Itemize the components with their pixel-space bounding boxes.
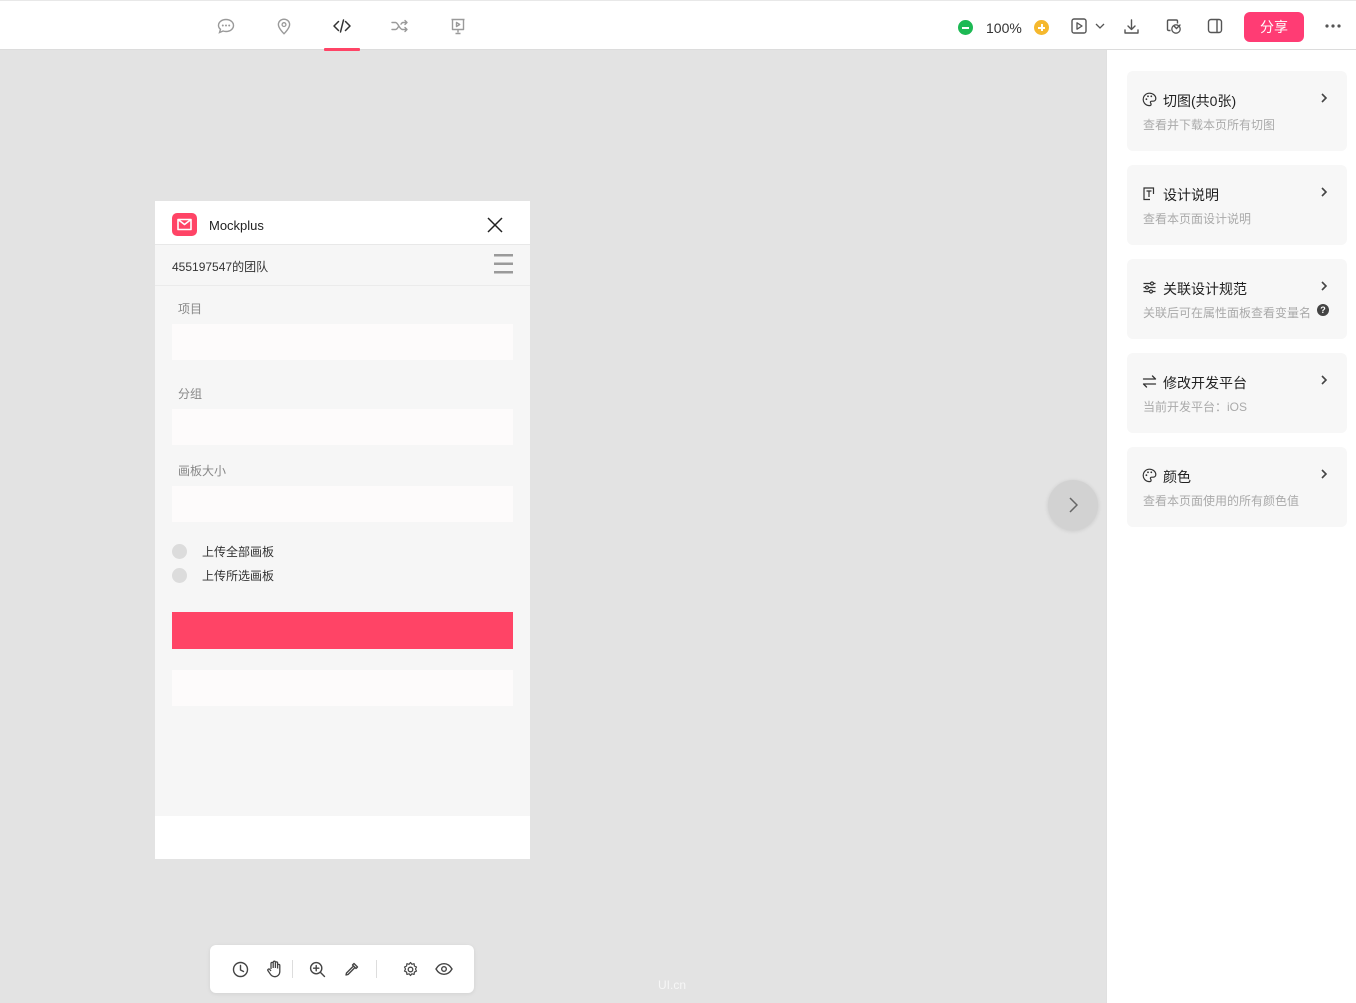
- location-pin-icon: [277, 17, 291, 35]
- text-doc-icon: [1142, 186, 1157, 201]
- radio-button[interactable]: [172, 567, 187, 583]
- watermark: UI.cn: [658, 978, 687, 992]
- help-icon[interactable]: ?: [1317, 304, 1329, 316]
- mockplus-logo: [172, 213, 197, 236]
- separator: [292, 960, 293, 978]
- radio-upload-selected[interactable]: 上传所选画板: [172, 567, 274, 583]
- close-icon[interactable]: [485, 215, 505, 235]
- zoom-in-button[interactable]: [1034, 20, 1049, 35]
- preview-button[interactable]: [1066, 13, 1092, 39]
- eyedropper-icon: [344, 962, 358, 976]
- board-size-select[interactable]: [172, 486, 513, 522]
- code-icon: [333, 19, 351, 33]
- zoom-button[interactable]: [305, 957, 329, 981]
- card-title: 设计说明: [1163, 187, 1219, 203]
- card-title: 颜色: [1163, 469, 1191, 485]
- more-button[interactable]: [1320, 13, 1346, 39]
- zoom-level: 100%: [986, 20, 1022, 36]
- card-colors[interactable]: 颜色 查看本页面使用的所有颜色值: [1127, 447, 1347, 527]
- chevron-right-icon: [1318, 185, 1330, 199]
- next-page-button[interactable]: [1048, 480, 1098, 530]
- palette-icon: [1142, 468, 1157, 483]
- top-toolbar: 100% 分享: [0, 0, 1356, 51]
- divider: [155, 285, 530, 286]
- secondary-button[interactable]: [172, 670, 513, 706]
- swap-icon: [1142, 374, 1157, 389]
- comment-tab[interactable]: [208, 11, 244, 41]
- chevron-right-icon: [1318, 279, 1330, 293]
- copy-button[interactable]: [1160, 13, 1186, 39]
- chevron-right-icon: [1318, 373, 1330, 387]
- chevron-right-icon: [1069, 497, 1078, 513]
- team-name: 455197547的团队: [172, 260, 269, 274]
- upload-button[interactable]: [172, 612, 513, 649]
- eye-icon: [435, 962, 453, 976]
- annotation-tab[interactable]: [266, 11, 302, 41]
- history-button[interactable]: [228, 957, 252, 981]
- card-desc: 查看并下载本页所有切图: [1143, 118, 1276, 132]
- card-slices[interactable]: 切图(共0张) 查看并下载本页所有切图: [1127, 71, 1347, 151]
- presentation-icon: [451, 18, 465, 34]
- board-size-label: 画板大小: [178, 464, 227, 478]
- present-tab[interactable]: [440, 11, 476, 41]
- card-title: 关联设计规范: [1163, 281, 1247, 297]
- share-button[interactable]: 分享: [1244, 12, 1304, 42]
- card-desc: 查看本页面使用的所有颜色值: [1143, 494, 1300, 508]
- toggle-panel-button[interactable]: [1202, 13, 1228, 39]
- comment-icon: [217, 18, 235, 34]
- sidebar-toggle-icon: [1207, 18, 1223, 34]
- palette-icon: [1142, 92, 1157, 107]
- settings-button[interactable]: [398, 957, 422, 981]
- clock-icon: [232, 961, 248, 977]
- artboard-header: Mockplus: [155, 201, 530, 245]
- copy-icon: [1166, 18, 1181, 34]
- download-button[interactable]: [1118, 13, 1144, 39]
- separator: [376, 960, 377, 978]
- chevron-right-icon: [1318, 91, 1330, 105]
- bottom-toolbar: [210, 945, 474, 993]
- color-picker-button[interactable]: [339, 957, 363, 981]
- project-select[interactable]: [172, 324, 513, 360]
- card-title: 修改开发平台: [1163, 375, 1247, 391]
- hamburger-menu-icon[interactable]: [494, 253, 514, 275]
- code-tab[interactable]: [324, 11, 360, 41]
- more-dots-icon: [1325, 24, 1341, 28]
- visibility-button[interactable]: [432, 957, 456, 981]
- artboard-footer: [155, 816, 530, 859]
- radio-button[interactable]: [172, 543, 187, 559]
- chevron-down-icon: [1095, 23, 1105, 29]
- shuffle-icon: [391, 19, 408, 33]
- zoom-in-icon: [309, 961, 325, 977]
- gear-icon: [403, 961, 417, 976]
- right-panel: 切图(共0张) 查看并下载本页所有切图 设计说明 查看本页面设计说明 关联设计规…: [1106, 50, 1356, 1003]
- app-title: Mockplus: [209, 218, 264, 233]
- active-tab-indicator: [324, 48, 360, 51]
- preview-dropdown[interactable]: [1090, 13, 1110, 39]
- project-label: 项目: [178, 302, 203, 316]
- pan-tool-button[interactable]: [262, 957, 286, 981]
- group-label: 分组: [178, 387, 203, 401]
- flow-tab[interactable]: [382, 11, 418, 41]
- card-design-spec[interactable]: 关联设计规范 关联后可在属性面板查看变量名 ?: [1127, 259, 1347, 339]
- card-design-notes[interactable]: 设计说明 查看本页面设计说明: [1127, 165, 1347, 245]
- artboard[interactable]: Mockplus 455197547的团队 项目 分组 画板大小 上传全部画板 …: [155, 201, 530, 859]
- sliders-icon: [1142, 280, 1157, 295]
- radio-label: 上传所选画板: [202, 568, 275, 583]
- card-desc: 关联后可在属性面板查看变量名: [1143, 306, 1312, 320]
- card-desc: 查看本页面设计说明: [1143, 212, 1252, 226]
- zoom-out-button[interactable]: [958, 20, 973, 35]
- chevron-right-icon: [1318, 467, 1330, 481]
- group-select[interactable]: [172, 409, 513, 445]
- radio-label: 上传全部画板: [202, 544, 275, 559]
- play-icon: [1071, 18, 1087, 34]
- radio-upload-all[interactable]: 上传全部画板: [172, 543, 274, 559]
- download-icon: [1123, 18, 1139, 34]
- hand-icon: [266, 960, 280, 978]
- card-desc: 当前开发平台：iOS: [1143, 400, 1248, 414]
- card-title: 切图(共0张): [1163, 93, 1237, 109]
- card-dev-platform[interactable]: 修改开发平台 当前开发平台：iOS: [1127, 353, 1347, 433]
